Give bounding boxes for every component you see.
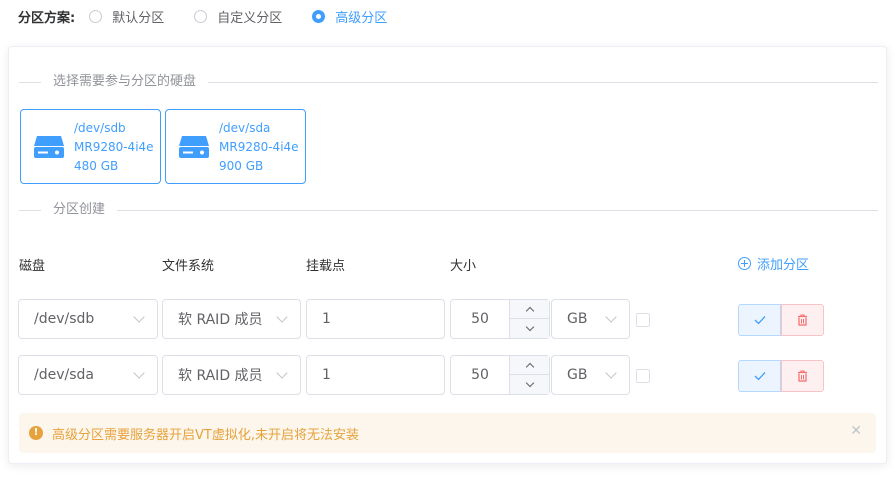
partition-checkbox[interactable] — [636, 369, 650, 383]
disk-select-value: /dev/sda — [34, 367, 94, 383]
confirm-button[interactable] — [738, 360, 781, 392]
disk-select-value: /dev/sdb — [34, 311, 95, 327]
plus-circle-icon — [738, 257, 751, 270]
add-partition-button[interactable]: 添加分区 — [738, 254, 809, 273]
unit-select[interactable]: GB — [551, 355, 630, 395]
disk-card-sdb[interactable]: /dev/sdb MR9280-4i4e 480 GB — [20, 109, 161, 184]
mount-point-input[interactable]: 1 — [306, 355, 445, 395]
radio-custom-partition[interactable]: 自定义分区 — [194, 7, 282, 26]
size-stepper[interactable]: 50 — [450, 355, 550, 395]
chevron-up-icon — [525, 362, 534, 372]
header-mount-point: 挂载点 — [306, 259, 346, 274]
chevron-down-icon — [276, 310, 288, 323]
filesystem-select[interactable]: 软 RAID 成员 — [162, 299, 301, 339]
filesystem-select[interactable]: 软 RAID 成员 — [162, 355, 301, 395]
chevron-down-icon — [133, 310, 145, 323]
radio-advanced-partition[interactable]: 高级分区 — [312, 7, 387, 26]
decrement-button[interactable] — [510, 319, 549, 338]
filesystem-select-value: 软 RAID 成员 — [178, 312, 263, 328]
alert-text: 高级分区需要服务器开启VT虚拟化,未开启将无法安装 — [52, 427, 359, 443]
trash-icon — [798, 314, 807, 326]
increment-button[interactable] — [510, 300, 549, 319]
mount-point-value: 1 — [322, 367, 331, 383]
chevron-down-icon — [605, 366, 617, 379]
disk-section-divider: 选择需要参与分区的硬盘 — [19, 73, 878, 91]
radio-label: 高级分区 — [335, 10, 388, 26]
stepper-controls — [509, 356, 549, 394]
header-filesystem: 文件系统 — [162, 259, 215, 274]
disk-section-title: 选择需要参与分区的硬盘 — [41, 73, 209, 91]
hard-disk-icon — [179, 136, 209, 158]
radio-label: 自定义分区 — [217, 10, 283, 26]
delete-button[interactable] — [781, 360, 824, 392]
vt-warning-alert: ! 高级分区需要服务器开启VT虚拟化,未开启将无法安装 ✕ — [19, 413, 876, 453]
disk-select[interactable]: /dev/sdb — [18, 299, 158, 339]
unit-select-value: GB — [567, 311, 588, 327]
disk-select[interactable]: /dev/sda — [18, 355, 158, 395]
unit-select-value: GB — [567, 367, 588, 383]
chevron-down-icon — [605, 310, 617, 323]
size-value[interactable]: 50 — [451, 356, 509, 394]
disk-model: MR9280-4i4e — [219, 140, 299, 154]
radio-label: 默认分区 — [112, 10, 165, 26]
confirm-button[interactable] — [738, 304, 781, 336]
filesystem-select-value: 软 RAID 成员 — [178, 368, 263, 384]
stepper-controls — [509, 300, 549, 338]
trash-icon — [798, 370, 807, 382]
check-icon — [754, 316, 765, 325]
advanced-partition-panel: 选择需要参与分区的硬盘 /dev/sdb MR9280-4i4e 480 GB … — [8, 46, 887, 464]
disk-card-sda[interactable]: /dev/sda MR9280-4i4e 900 GB — [165, 109, 306, 184]
radio-default-partition[interactable]: 默认分区 — [89, 7, 164, 26]
disk-size: 900 GB — [219, 159, 264, 173]
disk-info: /dev/sdb MR9280-4i4e 480 GB — [74, 119, 154, 176]
decrement-button[interactable] — [510, 375, 549, 394]
warning-icon: ! — [29, 426, 43, 440]
mount-point-value: 1 — [322, 311, 331, 327]
chevron-down-icon — [525, 378, 534, 387]
chevron-down-icon — [276, 366, 288, 379]
size-stepper[interactable]: 50 — [450, 299, 550, 339]
partition-scheme-label: 分区方案: — [18, 10, 76, 26]
partition-section-title: 分区创建 — [41, 201, 118, 219]
size-value[interactable]: 50 — [451, 300, 509, 338]
chevron-down-icon — [133, 366, 145, 379]
disk-device: /dev/sdb — [74, 121, 126, 135]
check-icon — [754, 372, 765, 381]
chevron-down-icon — [525, 322, 534, 331]
delete-button[interactable] — [781, 304, 824, 336]
partition-section-divider: 分区创建 — [19, 201, 878, 219]
increment-button[interactable] — [510, 356, 549, 375]
radio-circle-icon — [194, 9, 208, 23]
chevron-up-icon — [525, 306, 534, 316]
header-size: 大小 — [450, 259, 477, 274]
hard-disk-icon — [34, 136, 64, 158]
disk-info: /dev/sda MR9280-4i4e 900 GB — [219, 119, 299, 176]
header-disk: 磁盘 — [19, 259, 46, 274]
mount-point-input[interactable]: 1 — [306, 299, 445, 339]
unit-select[interactable]: GB — [551, 299, 630, 339]
partition-checkbox[interactable] — [636, 313, 650, 327]
add-partition-label: 添加分区 — [757, 258, 810, 273]
partition-scheme-group: 分区方案: 默认分区 自定义分区 高级分区 — [18, 6, 417, 26]
disk-size: 480 GB — [74, 159, 119, 173]
radio-circle-icon — [89, 9, 103, 23]
close-icon[interactable]: ✕ — [850, 423, 862, 439]
disk-device: /dev/sda — [219, 121, 271, 135]
disk-model: MR9280-4i4e — [74, 140, 154, 154]
radio-checked-icon — [312, 9, 326, 23]
